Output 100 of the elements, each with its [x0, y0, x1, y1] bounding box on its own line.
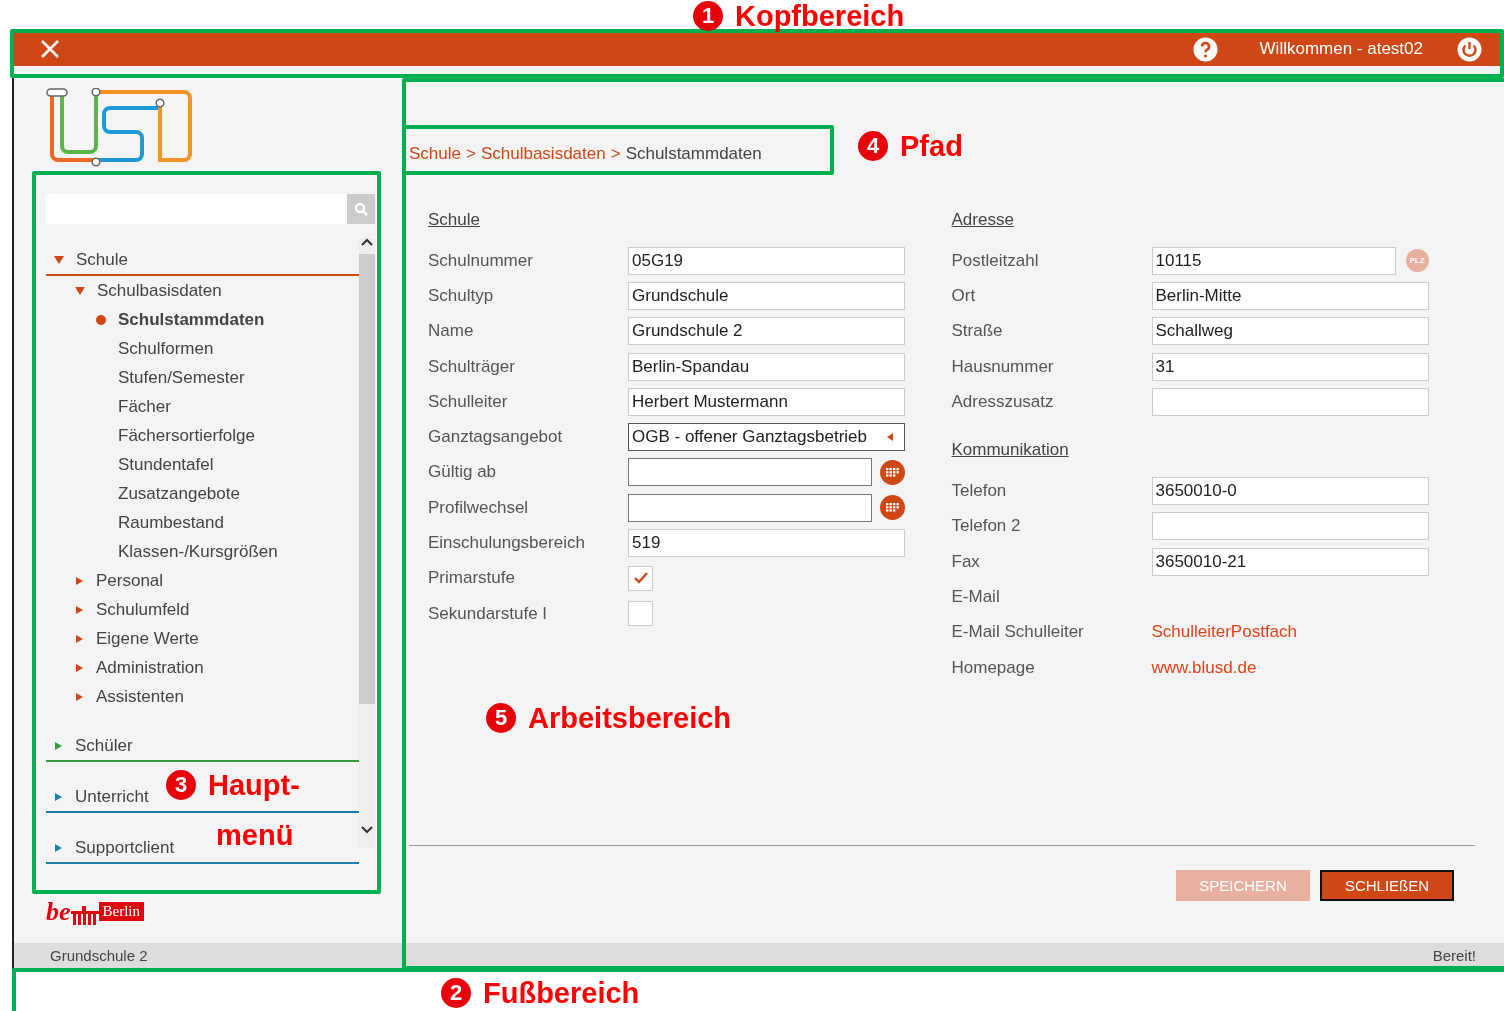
menu-item[interactable]: Fächersortierfolge [46, 421, 359, 450]
menu-item[interactable]: Schulstammdaten [46, 305, 359, 334]
breadcrumb-separator: > [466, 144, 476, 164]
power-icon[interactable] [1457, 36, 1482, 62]
caret-icon[interactable] [55, 844, 62, 852]
breadcrumb-item: Schulstammdaten [625, 144, 762, 164]
caret-icon[interactable] [55, 742, 62, 750]
link[interactable]: SchulleiterPostfach [1151, 622, 1298, 642]
field-label: Primarstufe [428, 568, 516, 589]
berlin-logo: be Berlin [46, 899, 405, 925]
text-field[interactable]: Grundschule 2 [628, 317, 905, 346]
menu-item[interactable]: Schulbasisdaten [46, 276, 359, 305]
checkbox[interactable] [628, 565, 653, 591]
field-label: Einschulungsbereich [428, 533, 586, 553]
close-button[interactable]: SCHLIEßEN [1320, 870, 1454, 901]
menu-item[interactable]: Raumbestand [46, 508, 359, 537]
callout-number: 2 [441, 978, 471, 1008]
menu-item[interactable]: Assistenten [46, 682, 359, 711]
caret-icon[interactable] [75, 286, 85, 295]
menu-item[interactable]: Schule [46, 246, 359, 276]
field-label: Ort [951, 285, 977, 306]
text-field[interactable]: Herbert Mustermann [628, 387, 905, 416]
menu-item[interactable]: Stundentafel [46, 450, 359, 479]
caret-icon[interactable] [76, 576, 83, 585]
field-label: Adresszusatz [951, 391, 1055, 412]
close-icon[interactable] [40, 39, 60, 59]
menu-item[interactable]: Stufen/Semester [46, 363, 359, 392]
menu-item[interactable]: Eigene Werte [46, 624, 359, 653]
field-label: Profilwechsel [428, 497, 530, 518]
breadcrumb-item[interactable]: Schule [409, 144, 461, 164]
field-label: Telefon 2 [951, 516, 1022, 537]
callout-label: Kopfbereich [735, 0, 905, 34]
menu-item[interactable]: Schulformen [46, 334, 359, 363]
field-label: Postleitzahl [951, 250, 1040, 271]
help-icon[interactable] [1192, 36, 1218, 62]
field-label: Telefon [951, 481, 1008, 502]
text-field[interactable]: Berlin-Spandau [628, 352, 905, 381]
caret-icon[interactable] [76, 634, 83, 643]
field-label: Gültig ab [428, 462, 498, 483]
text-field[interactable]: Grundschule [628, 281, 905, 310]
menu-item[interactable]: Schüler [46, 732, 359, 762]
caret-icon[interactable] [54, 256, 64, 264]
date-field[interactable] [628, 458, 872, 487]
text-field[interactable]: Schallweg [1151, 317, 1429, 346]
field-label: Schulleiter [428, 391, 509, 412]
menu-item[interactable]: Zusatzangebote [46, 479, 359, 508]
status-text: Bereit! [1432, 947, 1476, 964]
section-heading: Kommunikation [951, 439, 1070, 462]
callout-number: 1 [693, 1, 723, 31]
text-field[interactable]: 31 [1151, 352, 1429, 381]
text-field[interactable]: 05G19 [628, 246, 905, 275]
search-field[interactable] [46, 194, 347, 224]
callout-label: Pfad [900, 129, 963, 164]
field-label: Schulnummer [428, 250, 534, 271]
field-label: Fax [951, 551, 981, 572]
callout-label: Fußbereich [483, 976, 640, 1011]
breadcrumb-item[interactable]: Schulbasisdaten [480, 144, 606, 164]
field-label: Sekundarstufe I [428, 603, 549, 624]
menu-item[interactable]: Personal [46, 566, 359, 595]
caret-icon[interactable] [55, 793, 62, 801]
caret-icon [887, 433, 893, 442]
calendar-icon[interactable] [880, 459, 905, 485]
caret-icon[interactable] [76, 663, 83, 672]
scroll-up-icon[interactable] [361, 238, 373, 248]
menu-item[interactable]: Fächer [46, 392, 359, 421]
checkbox[interactable] [628, 601, 653, 627]
text-field[interactable]: 10115 [1151, 246, 1396, 275]
text-field[interactable] [1151, 387, 1429, 416]
bullet-icon [96, 314, 106, 325]
field-label: Ganztagsangebot [428, 427, 564, 448]
scroll-down-icon[interactable] [361, 824, 373, 834]
text-field[interactable] [1151, 512, 1429, 541]
date-field[interactable] [628, 493, 872, 522]
text-field[interactable]: Berlin-Mitte [1151, 281, 1429, 310]
field-label: Straße [951, 321, 1004, 342]
link[interactable]: www.blusd.de [1151, 657, 1257, 677]
callout-label: Arbeitsbereich [528, 701, 732, 736]
dropdown[interactable]: OGB - offener Ganztagsbetrieb [628, 423, 905, 452]
status-text: Grundschule 2 [50, 947, 148, 964]
field-label: Schultyp [428, 285, 495, 306]
field-label: E-Mail [951, 587, 1001, 607]
text-field[interactable]: 3650010-0 [1151, 477, 1429, 506]
field-label: Name [428, 321, 475, 342]
field-label: E-Mail Schulleiter [951, 622, 1085, 643]
breadcrumb-separator: > [610, 144, 621, 164]
checkmark-icon [632, 571, 649, 586]
field-label: Hausnummer [951, 356, 1055, 377]
caret-icon[interactable] [76, 605, 83, 614]
text-field[interactable]: 3650010-21 [1151, 547, 1429, 576]
text-field[interactable]: 519 [628, 529, 905, 557]
search-icon [354, 202, 368, 216]
welcome-text: Willkommen - atest02 [1259, 39, 1423, 59]
menu-item[interactable]: Schulumfeld [46, 595, 359, 624]
field-label: Schulträger [428, 356, 516, 377]
menu-item[interactable]: Klassen-/Kursgrößen [46, 537, 359, 566]
caret-icon[interactable] [76, 692, 83, 701]
field-label: Homepage [951, 657, 1036, 678]
calendar-icon[interactable] [880, 495, 905, 521]
menu-item[interactable]: Administration [46, 653, 359, 682]
scrollbar[interactable] [359, 238, 375, 848]
